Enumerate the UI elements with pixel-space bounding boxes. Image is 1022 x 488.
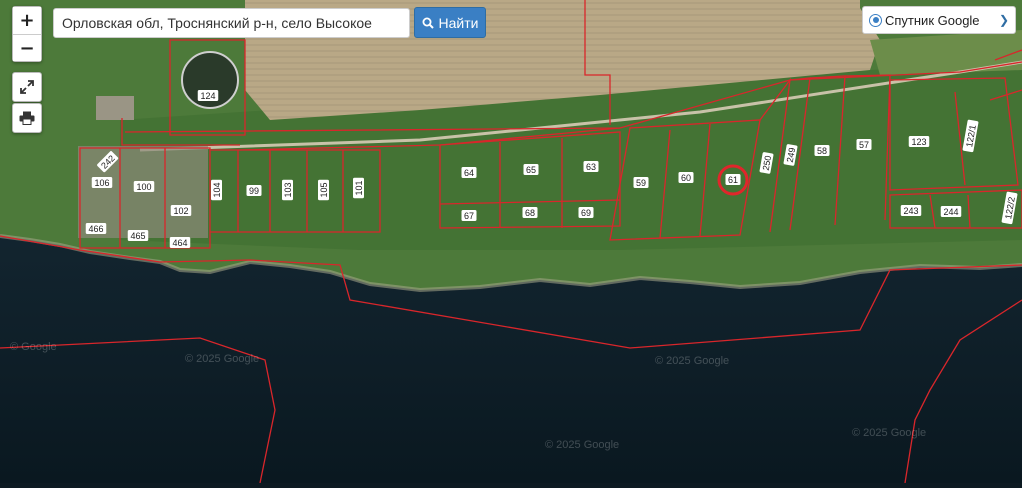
parcel-number: 104 bbox=[212, 182, 222, 197]
parcel-number: 105 bbox=[319, 182, 329, 197]
parcel-label[interactable]: 101 bbox=[353, 177, 364, 199]
printer-icon bbox=[19, 111, 35, 125]
radio-selected-icon bbox=[869, 13, 882, 27]
parcel-label[interactable]: 465 bbox=[127, 230, 149, 241]
parcel-label[interactable]: 57 bbox=[856, 139, 872, 150]
parcel-number: 61 bbox=[728, 175, 738, 185]
parcel-number: 464 bbox=[172, 238, 187, 248]
parcel-label[interactable]: 58 bbox=[814, 145, 830, 156]
find-button-label: Найти bbox=[438, 14, 479, 31]
parcel-label[interactable]: 105 bbox=[318, 179, 329, 201]
watermark: © 2025 Google bbox=[185, 353, 259, 365]
parcel-label[interactable]: 123 bbox=[908, 136, 930, 147]
print-button[interactable] bbox=[12, 103, 42, 133]
parcel-number: 465 bbox=[130, 231, 145, 241]
map-view[interactable]: 124 242 106 100 102 466 465 464 104 99 103 105 101 64… bbox=[0, 0, 1022, 484]
address-search-input[interactable] bbox=[53, 8, 410, 38]
parcel-number: 57 bbox=[859, 140, 869, 150]
parcel-label[interactable]: 68 bbox=[522, 207, 538, 218]
parcel-number: 64 bbox=[464, 168, 474, 178]
expand-icon bbox=[20, 80, 34, 94]
parcel-label[interactable]: 104 bbox=[211, 179, 222, 201]
parcel-number: 101 bbox=[354, 180, 364, 195]
parcel-number: 65 bbox=[526, 165, 536, 175]
parcel-number: 67 bbox=[464, 211, 474, 221]
parcel-label[interactable]: 61 bbox=[725, 174, 741, 185]
parcel-label[interactable]: 243 bbox=[900, 205, 922, 216]
chevron-down-icon: ❯ bbox=[998, 13, 1009, 27]
parcel-label[interactable]: 466 bbox=[85, 223, 107, 234]
parcel-label[interactable]: 124 bbox=[197, 90, 219, 101]
parcel-label[interactable]: 102 bbox=[170, 205, 192, 216]
parcel-number: 102 bbox=[173, 206, 188, 216]
parcel-number: 59 bbox=[636, 178, 646, 188]
parcel-number: 100 bbox=[136, 182, 151, 192]
parcel-number: 68 bbox=[525, 208, 535, 218]
watermark: © 2025 Google bbox=[655, 355, 729, 367]
parcel-number: 244 bbox=[943, 207, 958, 217]
parcel-label[interactable]: 63 bbox=[583, 161, 599, 172]
parcel-label[interactable]: 69 bbox=[578, 207, 594, 218]
map-canvas[interactable]: 124242106 100102466465464104 99 103 105 10164… bbox=[0, 0, 1022, 484]
building bbox=[96, 96, 134, 120]
parcel-label[interactable]: 59 bbox=[633, 177, 649, 188]
parcel-number: 69 bbox=[581, 208, 591, 218]
parcel-number: 60 bbox=[681, 173, 691, 183]
watermark: © Google bbox=[10, 341, 57, 353]
parcel-number: 103 bbox=[283, 182, 293, 197]
parcel-number: 243 bbox=[903, 206, 918, 216]
parcel-label[interactable]: 67 bbox=[461, 210, 477, 221]
parcel-number: 99 bbox=[249, 186, 259, 196]
zoom-out-button[interactable]: − bbox=[13, 34, 41, 61]
parcel-label[interactable]: 99 bbox=[246, 185, 262, 196]
parcel-label[interactable]: 464 bbox=[169, 237, 191, 248]
parcel-label[interactable]: 64 bbox=[461, 167, 477, 178]
watermark: © 2025 Google bbox=[545, 439, 619, 451]
parcel-number: 58 bbox=[817, 146, 827, 156]
watermark: © 2025 Google bbox=[852, 427, 926, 439]
fullscreen-button[interactable] bbox=[12, 72, 42, 102]
zoom-control: + − bbox=[12, 6, 42, 62]
parcel-number: 106 bbox=[94, 178, 109, 188]
find-button[interactable]: Найти bbox=[414, 7, 486, 38]
parcel-number: 123 bbox=[911, 137, 926, 147]
map-layer-select[interactable]: Спутник Google ❯ bbox=[862, 6, 1016, 34]
parcel-label[interactable]: 100 bbox=[133, 181, 155, 192]
zoom-in-button[interactable]: + bbox=[13, 7, 41, 34]
parcel-label[interactable]: 106 bbox=[91, 177, 113, 188]
parcel-number: 124 bbox=[200, 91, 215, 101]
parcel-number: 466 bbox=[88, 224, 103, 234]
parcel-label[interactable]: 65 bbox=[523, 164, 539, 175]
search-icon bbox=[422, 17, 434, 29]
parcel-number: 63 bbox=[586, 162, 596, 172]
parcel-label[interactable]: 103 bbox=[282, 179, 293, 201]
parcel-label[interactable]: 244 bbox=[940, 206, 962, 217]
parcel-label[interactable]: 60 bbox=[678, 172, 694, 183]
map-layer-label: Спутник Google bbox=[885, 12, 980, 28]
